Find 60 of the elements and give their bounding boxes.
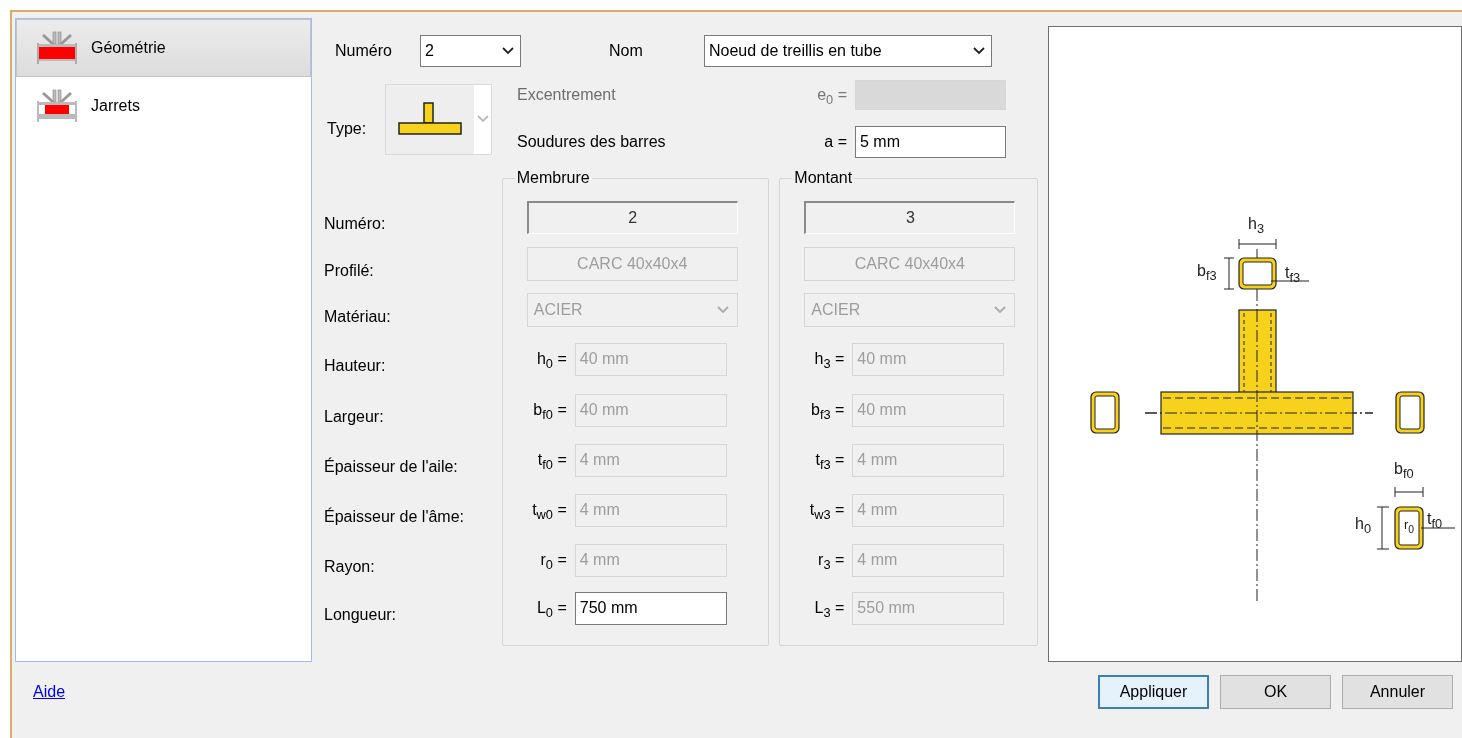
row-label: Largeur: [324,408,384,426]
value-input[interactable]: 750 mm [574,591,727,625]
symbol-label: e$_{0}$ = [816,86,848,104]
symbol-label: h$_{3}$ = [813,350,846,368]
row-label: Hauteur: [324,357,386,375]
symbol-label: L$_{0}$ = [535,599,568,617]
symbol-label: b$_{f0}$ = [532,401,568,419]
beam-node-icon [37,31,77,65]
t-joint-icon [397,101,463,137]
chevron-icon [502,47,514,55]
symbol-label: h$_{0}$ = [535,350,568,368]
sidebar-item[interactable]: Géométrie [16,19,311,77]
row-label: Longueur: [324,606,397,624]
symbol-label: t$_{w3}$ = [808,501,846,519]
symbol-label: t$_{f0}$ = [536,451,568,469]
material-select[interactable]: ACIER [804,293,1016,327]
beam-node-icon [37,89,77,123]
sidebar-item[interactable]: Jarrets [16,77,311,135]
material-select[interactable]: ACIER [526,293,738,327]
dialog-button[interactable]: Annuler [1342,675,1453,709]
row-label: Profilé: [324,262,374,280]
symbol-label: t$_{w0}$ = [531,501,568,519]
dimension-label: b$_{f3}$ [1197,263,1217,279]
weld-input[interactable]: 5 mm [855,126,1006,158]
row-label: Rayon: [324,558,375,576]
nom-label: Nom [608,42,644,60]
dimension-label: r$_{0}$ [1404,518,1415,531]
symbol-label: r$_{0}$ = [539,551,568,569]
chevron-icon [973,47,985,55]
excentrement-label: Excentrement [517,86,617,104]
symbol-label: L$_{3}$ = [813,599,846,617]
dimension-label: h$_{3}$ [1248,216,1265,232]
dimension-label: b$_{f0}$ [1394,461,1414,477]
row-label: Numéro: [324,215,386,233]
symbol-label: r$_{3}$ = [817,551,846,569]
chevron-icon [994,306,1007,314]
chevron-icon [476,115,489,123]
numero-label: Numéro [334,42,393,60]
dialog-button[interactable]: Appliquer [1098,675,1209,709]
dimension-label: h$_{0}$ [1355,516,1372,532]
dimension-label: t$_{f3}$ [1285,265,1301,281]
symbol-label: t$_{f3}$ = [814,451,846,469]
number-field: 3 [804,200,1016,234]
nom-select[interactable]: Noeud de treillis en tube [704,35,992,67]
type-label: Type: [326,120,368,138]
help-link[interactable]: Aide [33,683,66,701]
dialog-button[interactable]: OK [1220,675,1331,709]
row-label: Épaisseur de l'âme: [324,508,464,526]
number-field: 2 [526,200,738,234]
profile-field: CARC 40x40x4 [526,247,738,281]
symbol-label: a = [823,133,848,151]
numero-select[interactable]: 2 [420,35,521,67]
row-label: Matériau: [324,308,391,326]
chevron-icon [716,306,729,314]
soudures-label: Soudures des barres [517,133,667,151]
type-picker[interactable] [385,83,492,155]
dimension-label: t$_{f0}$ [1427,511,1443,527]
profile-field: CARC 40x40x4 [804,247,1016,281]
row-label: Épaisseur de l'aile: [324,458,458,476]
symbol-label: b$_{f3}$ = [809,401,846,419]
